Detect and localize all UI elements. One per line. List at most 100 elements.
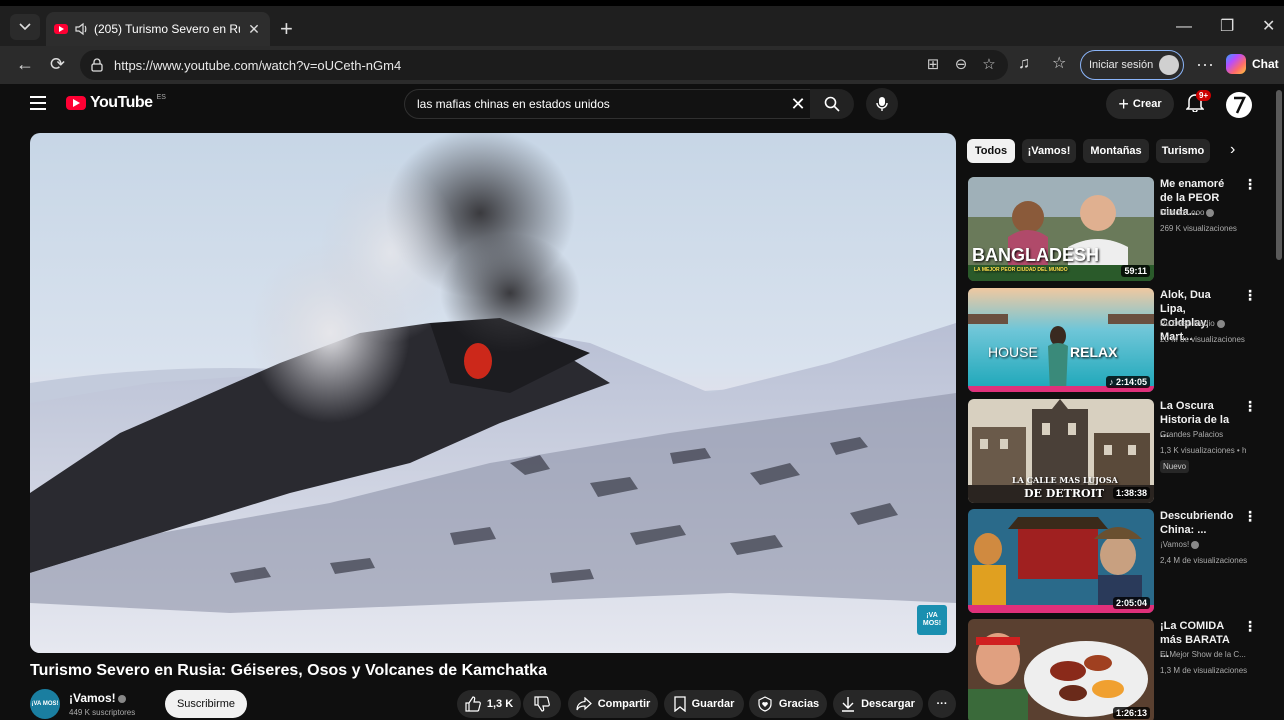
thumbnail-caption: BANGLADESH: [972, 245, 1100, 265]
clear-search-icon[interactable]: ✕: [783, 94, 813, 115]
channel-name[interactable]: Grandes Palacios: [1160, 430, 1260, 439]
channel-avatar[interactable]: ¡VA MOS!: [30, 689, 60, 719]
thumbs-up-icon: [465, 696, 481, 712]
more-actions-button[interactable]: ···: [928, 690, 956, 718]
subscribe-button[interactable]: Suscribirme: [165, 690, 247, 718]
channel-name[interactable]: ¡Vamos!: [69, 691, 126, 705]
video-duration: ♪ 2:14:05: [1105, 376, 1150, 388]
search-input[interactable]: las mafias chinas en estados unidos ✕: [404, 89, 814, 119]
minimize-icon[interactable]: —: [1176, 18, 1192, 36]
channel-name[interactable]: El Mejor Show de la C...: [1160, 650, 1260, 659]
chip-montanas[interactable]: Montañas: [1083, 139, 1149, 163]
signin-label: Iniciar sesión: [1089, 59, 1154, 71]
channel-name-text: Ru Deep Radio: [1160, 319, 1215, 328]
recommended-video[interactable]: 2:05:04 Descubriendo China: ... ¡Vamos! …: [968, 509, 1268, 613]
view-count: 20 M de visualizaciones: [1160, 335, 1245, 344]
recommended-video[interactable]: LA CALLE MAS LUJOSA DE DETROIT 1:38:38 L…: [968, 399, 1268, 503]
tab-title: (205) Turismo Severo en Rusia: [94, 22, 240, 36]
view-count: 269 K visualizaciones: [1160, 224, 1237, 233]
refresh-icon[interactable]: ⟳: [50, 54, 65, 74]
channel-name[interactable]: Mundo Looo: [1160, 208, 1260, 217]
channel-name-text: Mundo Looo: [1160, 208, 1205, 217]
speaker-icon[interactable]: [74, 22, 88, 36]
voice-search-button[interactable]: [866, 88, 898, 120]
tab-close-icon[interactable]: ✕: [246, 21, 262, 38]
extensions-icon[interactable]: ♫: [1018, 54, 1030, 74]
more-vertical-icon[interactable]: ⋮: [1243, 399, 1257, 413]
copilot-chat-button[interactable]: Chat: [1226, 54, 1279, 74]
signin-button[interactable]: Iniciar sesión: [1080, 50, 1184, 80]
chip-vamos[interactable]: ¡Vamos!: [1022, 139, 1076, 163]
channel-watermark[interactable]: ¡VA MOS!: [917, 605, 947, 635]
thumbnail-caption: LA CALLE MAS LUJOSA: [1012, 475, 1118, 485]
video-duration: 1:38:38: [1112, 487, 1150, 499]
account-avatar[interactable]: [1226, 92, 1252, 118]
new-tab-button[interactable]: +: [280, 18, 293, 40]
recommended-video[interactable]: BANGLADESH LA MEJOR PEOR CIUDAD DEL MUND…: [968, 177, 1268, 281]
search-icon: [824, 96, 840, 112]
zoom-icon[interactable]: ⊖: [952, 55, 970, 73]
more-vertical-icon[interactable]: ⋮: [1243, 177, 1257, 191]
share-button[interactable]: Compartir: [568, 690, 658, 718]
favorites-icon[interactable]: ☆: [1052, 54, 1066, 74]
address-bar[interactable]: https://www.youtube.com/watch?v=oUCeth-n…: [80, 50, 1008, 80]
share-icon: [576, 697, 592, 711]
more-horizontal-icon: ···: [936, 698, 948, 710]
address-bar-row: ← ⟳ https://www.youtube.com/watch?v=oUCe…: [0, 46, 1284, 84]
plus-icon: +: [1118, 94, 1129, 114]
url-text: https://www.youtube.com/watch?v=oUCeth-n…: [114, 57, 402, 73]
video-thumbnail[interactable]: 2:05:04: [968, 509, 1154, 613]
search-button[interactable]: [810, 89, 854, 119]
youtube-header: YouTube ES las mafias chinas en estados …: [0, 84, 1284, 124]
view-count: 1,3 M de visualizaciones: [1160, 666, 1248, 675]
save-button[interactable]: Guardar: [664, 690, 744, 718]
search-query: las mafias chinas en estados unidos: [417, 97, 610, 111]
chip-turismo[interactable]: Turismo: [1156, 139, 1210, 163]
video-title: Turismo Severo en Rusia: Géiseres, Osos …: [30, 662, 547, 679]
download-button[interactable]: Descargar: [833, 690, 923, 718]
page-scrollbar[interactable]: [1276, 90, 1282, 260]
user-avatar-icon: [1234, 96, 1246, 114]
channel-name-text: ¡Vamos!: [1160, 540, 1190, 549]
more-vertical-icon[interactable]: ⋮: [1243, 288, 1257, 302]
thanks-label: Gracias: [778, 698, 820, 710]
favorite-star-icon[interactable]: ☆: [980, 55, 998, 73]
dislike-button[interactable]: [523, 690, 561, 718]
more-options-icon[interactable]: ···: [1196, 54, 1214, 74]
channel-name[interactable]: Ru Deep Radio: [1160, 319, 1260, 328]
channel-name[interactable]: ¡Vamos!: [1160, 540, 1260, 549]
restore-icon[interactable]: ❐: [1220, 18, 1234, 36]
view-count: 1,3 K visualizaciones • h: [1160, 446, 1247, 455]
video-thumbnail[interactable]: BANGLADESH LA MEJOR PEOR CIUDAD DEL MUND…: [968, 177, 1154, 281]
menu-icon[interactable]: [30, 96, 46, 114]
create-button[interactable]: + Crear: [1106, 89, 1174, 119]
video-thumbnail[interactable]: LA CALLE MAS LUJOSA DE DETROIT 1:38:38: [968, 399, 1154, 503]
active-tab[interactable]: (205) Turismo Severo en Rusia ✕: [46, 12, 270, 46]
video-player[interactable]: ¡VA MOS!: [30, 133, 956, 653]
chip-todos[interactable]: Todos: [967, 139, 1015, 163]
like-count: 1,3 K: [486, 698, 514, 710]
back-icon[interactable]: ←: [16, 54, 34, 74]
create-label: Crear: [1132, 98, 1162, 110]
verified-icon: [1191, 540, 1200, 549]
new-badge: Nuevo: [1160, 460, 1190, 473]
more-vertical-icon[interactable]: ⋮: [1243, 509, 1257, 523]
like-button[interactable]: 1,3 K: [457, 690, 521, 718]
thumbnail-image: [968, 619, 1154, 720]
video-thumbnail[interactable]: 1:26:13: [968, 619, 1154, 720]
notification-badge: 9+: [1196, 90, 1212, 101]
notifications-button[interactable]: 9+: [1185, 90, 1212, 117]
video-thumbnail[interactable]: HOUSE RELAX ♪ 2:14:05: [968, 288, 1154, 392]
lock-icon[interactable]: [88, 56, 106, 74]
youtube-logo[interactable]: YouTube ES: [66, 94, 166, 112]
chevron-right-icon[interactable]: ›: [1230, 141, 1235, 159]
video-title[interactable]: Descubriendo China: ...: [1160, 509, 1234, 537]
thanks-button[interactable]: Gracias: [749, 690, 827, 718]
recommended-video[interactable]: HOUSE RELAX ♪ 2:14:05 Alok, Dua Lipa, Co…: [968, 288, 1268, 392]
app-available-icon[interactable]: ⊞: [924, 55, 942, 73]
copilot-icon: [1226, 54, 1246, 74]
recommended-video[interactable]: 1:26:13 ¡La COMIDA más BARATA ... El Mej…: [968, 619, 1268, 720]
tab-list-button[interactable]: [10, 14, 40, 40]
more-vertical-icon[interactable]: ⋮: [1243, 619, 1257, 633]
close-window-icon[interactable]: ✕: [1262, 18, 1275, 36]
